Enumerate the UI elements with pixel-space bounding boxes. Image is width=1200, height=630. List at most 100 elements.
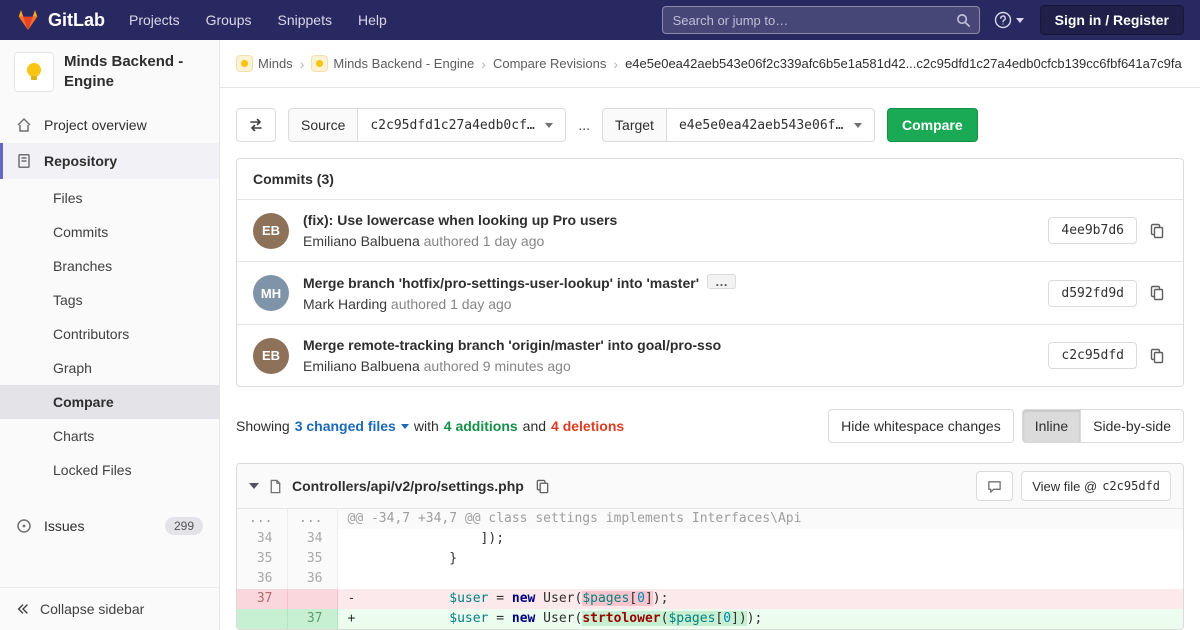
sidebar-item-compare[interactable]: Compare xyxy=(0,384,219,419)
old-line-number[interactable]: 36 xyxy=(237,569,288,589)
sidebar-item-repository[interactable]: Repository xyxy=(0,142,219,179)
sidebar-item-issues[interactable]: Issues 299 xyxy=(0,507,219,545)
code-token: $pages xyxy=(668,611,716,626)
search-input[interactable] xyxy=(662,12,979,28)
toggle-comments-button[interactable] xyxy=(976,471,1014,501)
diff-line-context: 34 34 ]); xyxy=(237,529,1183,549)
commit-sha-link[interactable]: 4ee9b7d6 xyxy=(1048,217,1137,244)
commit-title-link[interactable]: (fix): Use lowercase when looking up Pro… xyxy=(303,212,1034,228)
source-revision-dropdown[interactable]: c2c95dfd1c27a4edb0cf… xyxy=(358,108,567,142)
sidebar-item-project-overview[interactable]: Project overview xyxy=(0,107,219,143)
side-by-side-view-button[interactable]: Side-by-side xyxy=(1081,409,1184,443)
diff-file-path[interactable]: Controllers/api/v2/pro/settings.php xyxy=(292,478,524,494)
copy-file-path-button[interactable] xyxy=(533,477,552,496)
sign-in-button[interactable]: Sign in / Register xyxy=(1039,5,1184,35)
breadcrumb-group[interactable]: Minds xyxy=(236,55,293,72)
sidebar-item-locked-files[interactable]: Locked Files xyxy=(0,453,219,487)
commit-sha-link[interactable]: c2c95dfd xyxy=(1048,342,1137,369)
code-cell xyxy=(337,569,1183,589)
diff-file-panel: Controllers/api/v2/pro/settings.php View… xyxy=(236,463,1184,630)
diff-line-hunk: ...... @@ -34,7 +34,7 @@ class settings i… xyxy=(237,509,1183,529)
commit-author-link[interactable]: Emiliano Balbuena xyxy=(303,358,420,374)
sidebar-item-label: Repository xyxy=(44,152,118,169)
old-line-number[interactable]: 35 xyxy=(237,549,288,569)
diff-line-del: 37 - $user = new User($pages[0]); xyxy=(237,589,1183,609)
copy-sha-button[interactable] xyxy=(1147,346,1167,366)
old-line-number[interactable]: 37 xyxy=(237,589,288,609)
code-token: strtolower xyxy=(582,611,661,626)
commit-timestamp: authored 1 day ago xyxy=(390,296,512,312)
code-cell: ]); xyxy=(337,529,1183,549)
commit-row: EB Merge remote-tracking branch 'origin/… xyxy=(237,324,1183,386)
commit-title-link[interactable]: Merge remote-tracking branch 'origin/mas… xyxy=(303,337,1034,353)
nav-item-snippets[interactable]: Snippets xyxy=(278,12,332,28)
commits-panel: Commits (3) EB (fix): Use lowercase when… xyxy=(236,158,1184,387)
breadcrumb-compare-revisions[interactable]: Compare Revisions xyxy=(493,56,606,71)
collapse-diff-icon[interactable] xyxy=(249,483,259,489)
commit-author-link[interactable]: Mark Harding xyxy=(303,296,387,312)
target-revision-dropdown[interactable]: e4e5e0ea42aeb543e06f… xyxy=(666,108,875,142)
diff-line-context: 35 35 } xyxy=(237,549,1183,569)
old-line-number[interactable]: 34 xyxy=(237,529,288,549)
sidebar-item-contributors[interactable]: Contributors xyxy=(0,317,219,351)
breadcrumb-project[interactable]: Minds Backend - Engine xyxy=(311,55,474,72)
inline-view-button[interactable]: Inline xyxy=(1021,409,1082,443)
chevron-down-icon xyxy=(400,423,409,429)
sidebar-project-context[interactable]: Minds Backend - Engine xyxy=(0,40,219,107)
commit-timestamp: authored 9 minutes ago xyxy=(423,358,571,374)
view-file-button[interactable]: View file @ c2c95dfd xyxy=(1021,471,1171,501)
help-dropdown[interactable] xyxy=(994,11,1024,29)
commit-row: MH Merge branch 'hotfix/pro-settings-use… xyxy=(237,261,1183,324)
copy-sha-button[interactable] xyxy=(1147,221,1167,241)
old-line-number[interactable] xyxy=(237,609,288,629)
sidebar-item-graph[interactable]: Graph xyxy=(0,351,219,385)
navbar-menu: Projects Groups Snippets Help xyxy=(129,12,387,28)
commit-author-link[interactable]: Emiliano Balbuena xyxy=(303,233,420,249)
search-icon xyxy=(956,13,971,28)
sidebar-item-charts[interactable]: Charts xyxy=(0,419,219,453)
sidebar-item-branches[interactable]: Branches xyxy=(0,249,219,283)
new-line-number[interactable]: 35 xyxy=(287,549,338,569)
new-line-number[interactable]: ... xyxy=(287,509,338,529)
collapse-sidebar-label: Collapse sidebar xyxy=(40,601,145,617)
repository-sub-menu: Files Commits Branches Tags Contributors… xyxy=(0,179,219,493)
nav-item-help[interactable]: Help xyxy=(358,12,387,28)
nav-item-groups[interactable]: Groups xyxy=(206,12,252,28)
diff-tbody: ...... @@ -34,7 +34,7 @@ class settings i… xyxy=(237,509,1183,629)
copy-sha-button[interactable] xyxy=(1147,283,1167,303)
gitlab-logo-text: GitLab xyxy=(48,9,105,30)
comment-icon xyxy=(988,480,1001,493)
new-line-number[interactable]: 34 xyxy=(287,529,338,549)
collapse-sidebar-button[interactable]: Collapse sidebar xyxy=(0,587,219,630)
commit-title-link[interactable]: Merge branch 'hotfix/pro-settings-user-l… xyxy=(303,274,1034,291)
expand-commit-message-button[interactable]: … xyxy=(707,274,737,289)
gitlab-logo[interactable]: GitLab xyxy=(16,8,105,32)
avatar[interactable]: EB xyxy=(253,337,289,374)
changed-files-dropdown[interactable]: 3 changed files xyxy=(295,418,409,434)
code-cell: } xyxy=(337,549,1183,569)
hide-whitespace-button[interactable]: Hide whitespace changes xyxy=(828,409,1014,443)
commit-sha-link[interactable]: d592fd9d xyxy=(1048,279,1137,307)
new-line-number[interactable] xyxy=(287,589,338,609)
sidebar-item-tags[interactable]: Tags xyxy=(0,283,219,317)
new-line-number[interactable]: 36 xyxy=(287,569,338,589)
chevron-right-icon: › xyxy=(613,55,619,72)
showing-label: Showing xyxy=(236,418,290,434)
commits-header: Commits (3) xyxy=(237,159,1183,200)
code-token: User( xyxy=(535,591,583,606)
avatar[interactable]: EB xyxy=(253,212,289,249)
sidebar-item-commits[interactable]: Commits xyxy=(0,215,219,249)
swap-revisions-button[interactable] xyxy=(236,108,276,142)
code-token: $pages xyxy=(582,591,630,606)
chevron-down-icon xyxy=(853,122,862,128)
new-line-number[interactable]: 37 xyxy=(287,609,338,629)
sidebar-item-files[interactable]: Files xyxy=(0,181,219,215)
compare-button[interactable]: Compare xyxy=(886,108,978,142)
breadcrumb-current-range: e4e5e0ea42aeb543e06f2c339afc6b5e1a581d42… xyxy=(625,56,1182,71)
source-label: Source xyxy=(288,108,359,142)
avatar[interactable]: MH xyxy=(253,275,289,311)
old-line-number[interactable]: ... xyxy=(237,509,288,529)
code-token: 0 xyxy=(637,591,645,606)
nav-item-projects[interactable]: Projects xyxy=(129,12,180,28)
